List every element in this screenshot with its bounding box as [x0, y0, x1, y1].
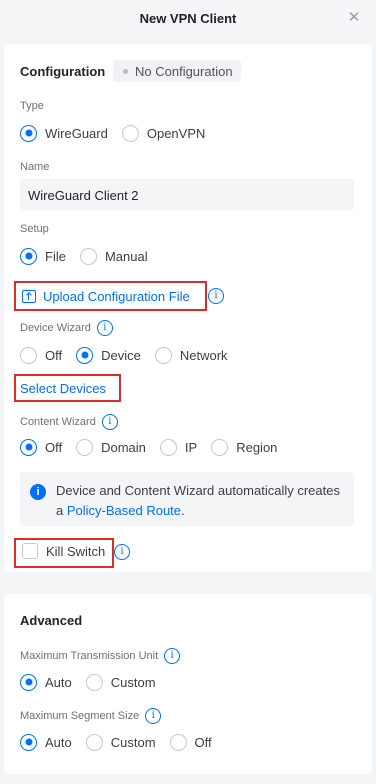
radio-checked-icon — [20, 247, 37, 265]
status-badge: No Configuration — [113, 60, 241, 82]
radio-network[interactable]: Network — [154, 346, 228, 364]
mtu-radio-group: Auto Custom — [20, 672, 170, 692]
radio-checked-icon — [20, 124, 37, 142]
radio-label: WireGuard — [45, 125, 108, 141]
info-filled-icon: i — [30, 484, 46, 500]
radio-device-off[interactable]: Off — [20, 346, 63, 364]
radio-unchecked-icon — [211, 438, 229, 456]
radio-label: Off — [194, 734, 212, 750]
kill-switch-label: Kill Switch — [46, 543, 106, 559]
configuration-card: Configuration No Configuration Type Wire… — [4, 44, 372, 572]
radio-label: Domain — [101, 439, 146, 455]
upload-icon — [22, 290, 36, 303]
info-icon[interactable]: i — [208, 288, 224, 304]
kill-switch-option[interactable]: Kill Switch — [22, 543, 105, 559]
mtu-label: Maximum Transmission Unit — [20, 650, 159, 662]
radio-openvpn[interactable]: OpenVPN — [121, 124, 206, 142]
mtu-header: Maximum Transmission Unit i — [20, 648, 181, 664]
advanced-title: Advanced — [20, 613, 83, 628]
radio-unchecked-icon — [79, 247, 97, 265]
radio-label: Device — [101, 347, 141, 363]
note-end: . — [181, 503, 185, 518]
name-input-value: WireGuard Client 2 — [28, 187, 139, 203]
info-icon[interactable]: i — [96, 320, 113, 336]
dialog-title: New VPN Client — [139, 10, 237, 26]
radio-region[interactable]: Region — [211, 438, 278, 456]
radio-file[interactable]: File — [20, 247, 66, 265]
status-text: No Configuration — [135, 63, 233, 79]
advanced-card: Advanced Maximum Transmission Unit i Aut… — [4, 594, 372, 774]
radio-mss-off[interactable]: Off — [169, 733, 212, 751]
info-icon[interactable]: i — [145, 708, 162, 724]
radio-unchecked-icon — [85, 673, 103, 691]
select-devices-link[interactable]: Select Devices — [20, 381, 106, 396]
radio-label: Manual — [104, 248, 148, 264]
radio-checked-icon — [20, 733, 37, 751]
radio-unchecked-icon — [154, 346, 172, 364]
radio-label: IP — [184, 439, 198, 455]
radio-manual[interactable]: Manual — [79, 247, 148, 265]
note-text: Device and Content Wizard automatically … — [56, 481, 346, 521]
configuration-title: Configuration — [20, 64, 106, 79]
upload-configuration-link[interactable]: Upload Configuration File — [22, 289, 190, 304]
upload-link-text: Upload Configuration File — [43, 289, 190, 304]
radio-label: Region — [236, 439, 278, 455]
radio-unchecked-icon — [20, 346, 37, 364]
radio-unchecked-icon — [169, 733, 187, 751]
radio-domain[interactable]: Domain — [76, 438, 146, 456]
radio-ip[interactable]: IP — [159, 438, 198, 456]
mss-header: Maximum Segment Size i — [20, 708, 162, 724]
radio-wireguard[interactable]: WireGuard — [20, 124, 108, 142]
wizard-info-note: i Device and Content Wizard automaticall… — [20, 472, 354, 526]
radio-label: Auto — [45, 734, 72, 750]
radio-mtu-custom[interactable]: Custom — [85, 673, 156, 691]
radio-unchecked-icon — [76, 438, 94, 456]
radio-mss-auto[interactable]: Auto — [20, 733, 72, 751]
radio-mtu-auto[interactable]: Auto — [20, 673, 72, 691]
type-radio-group: WireGuard OpenVPN — [20, 123, 219, 143]
radio-unchecked-icon — [159, 438, 177, 456]
radio-label: OpenVPN — [146, 125, 206, 141]
radio-label: Auto — [45, 674, 72, 690]
radio-unchecked-icon — [85, 733, 103, 751]
content-wizard-label: Content Wizard — [20, 416, 96, 428]
radio-checked-icon — [20, 438, 37, 456]
dialog-header: New VPN Client ✕ — [0, 0, 376, 36]
mss-radio-group: Auto Custom Off — [20, 732, 226, 752]
radio-label: Network — [179, 347, 228, 363]
radio-mss-custom[interactable]: Custom — [85, 733, 156, 751]
radio-checked-icon — [76, 346, 94, 364]
radio-label: File — [45, 248, 66, 264]
setup-label: Setup — [20, 223, 49, 235]
radio-label: Off — [45, 347, 63, 363]
type-label: Type — [20, 100, 44, 112]
device-wizard-label: Device Wizard — [20, 322, 91, 334]
kill-switch-checkbox[interactable] — [22, 543, 38, 559]
device-wizard-radio-group: Off Device Network — [20, 345, 242, 365]
radio-content-off[interactable]: Off — [20, 438, 63, 456]
mss-label: Maximum Segment Size — [20, 710, 140, 722]
radio-checked-icon — [20, 673, 37, 691]
setup-radio-group: File Manual — [20, 246, 162, 266]
name-input[interactable]: WireGuard Client 2 — [20, 179, 354, 211]
policy-based-route-link[interactable]: Policy-Based Route — [67, 503, 181, 518]
content-wizard-header: Content Wizard i — [20, 414, 118, 430]
content-wizard-radio-group: Off Domain IP Region — [20, 437, 291, 457]
name-label: Name — [20, 161, 50, 173]
close-icon[interactable]: ✕ — [346, 10, 362, 26]
info-icon[interactable]: i — [114, 544, 130, 560]
radio-label: Off — [45, 439, 63, 455]
device-wizard-header: Device Wizard i — [20, 320, 113, 336]
radio-device[interactable]: Device — [76, 346, 141, 364]
radio-label: Custom — [110, 674, 156, 690]
radio-unchecked-icon — [121, 124, 139, 142]
info-icon[interactable]: i — [164, 648, 181, 664]
status-dot-icon — [123, 68, 128, 74]
radio-label: Custom — [110, 734, 156, 750]
info-icon[interactable]: i — [101, 414, 118, 430]
